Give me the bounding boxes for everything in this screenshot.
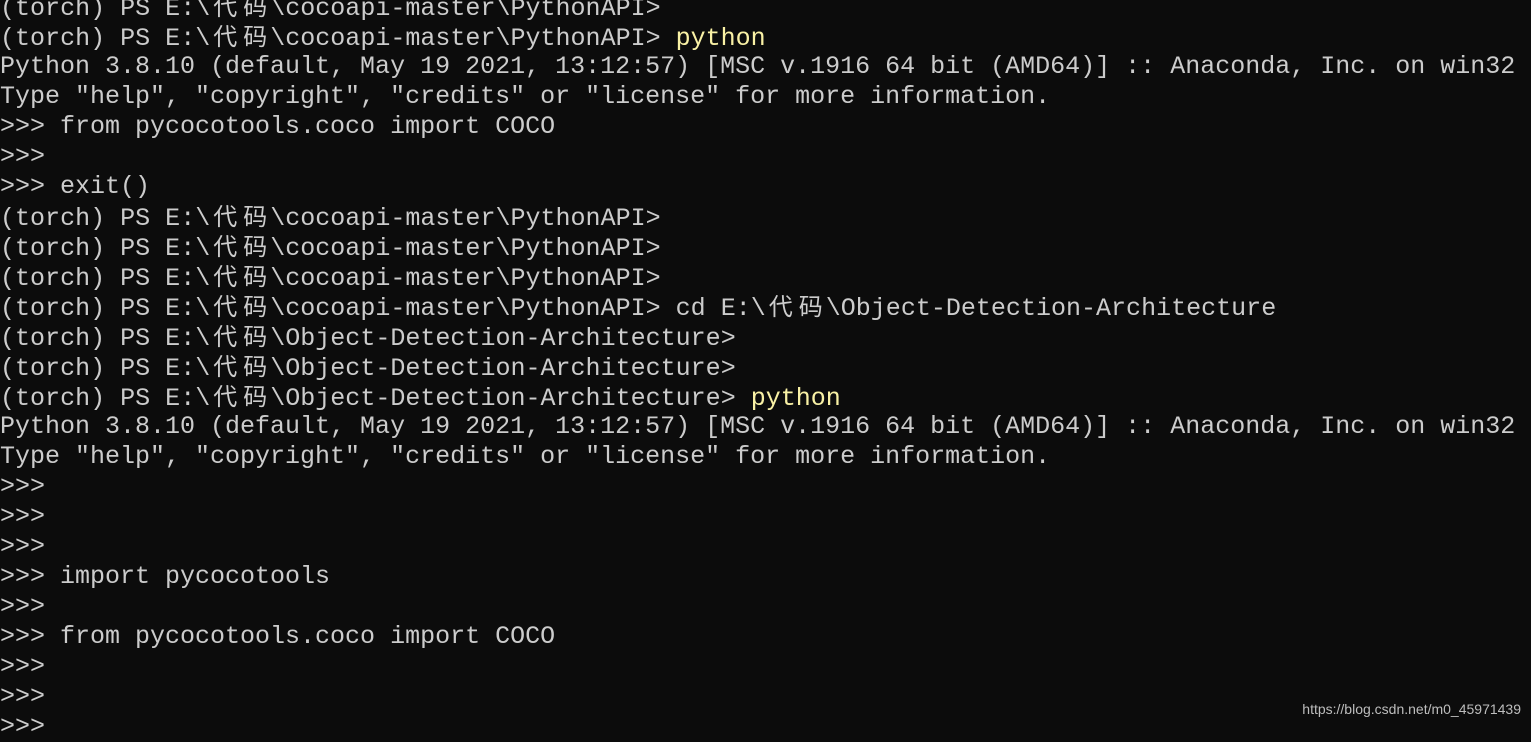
cjk-char: 代: [213, 383, 238, 411]
terminal-line: (torch) PS E:\ 代码 \cocoapi-master\PythonAP…: [0, 292, 1515, 323]
line-text: (torch) PS E:\ 代码 \Object-Detection-Archit…: [0, 353, 736, 383]
line-text: (torch) PS E:\ 代码 \cocoapi-master\PythonAP…: [0, 293, 661, 323]
line-text: Python 3.8.10 (default, May 19 2021, 13:…: [0, 412, 1516, 441]
command-text: cd E:\ 代码 \Object-Detection-Architecture: [675, 293, 1277, 323]
line-text: >>>: [0, 712, 46, 741]
line-text: Python 3.8.10 (default, May 19 2021, 13:…: [0, 52, 1516, 81]
cjk-char: 码: [243, 293, 268, 321]
line-text: Type "help", "copyright", "credits" or "…: [0, 82, 1051, 111]
cjk-char: 码: [798, 293, 823, 321]
terminal-line: (torch) PS E:\ 代码 \cocoapi-master\PythonAP…: [0, 0, 1515, 23]
terminal-line: >>>: [0, 592, 1515, 622]
cjk-char: 代: [213, 0, 238, 21]
terminal-line: Type "help", "copyright", "credits" or "…: [0, 442, 1515, 472]
cjk-char: 码: [243, 263, 268, 291]
cjk-char: 代: [213, 23, 238, 51]
cjk-char: 代: [768, 293, 793, 321]
cjk-char: 代: [213, 353, 238, 381]
terminal-line: >>>: [0, 652, 1515, 682]
cjk-char: 码: [243, 353, 268, 381]
terminal-line: (torch) PS E:\ 代码 \cocoapi-master\PythonAP…: [0, 202, 1515, 233]
terminal-line: >>> import pycocotools: [0, 562, 1515, 592]
line-text: >>>: [0, 682, 46, 711]
line-text: Type "help", "copyright", "credits" or "…: [0, 442, 1051, 471]
cjk-char: 码: [243, 0, 268, 21]
cjk-char: 代: [213, 323, 238, 351]
line-text: >>>: [0, 472, 46, 501]
line-text: >>> exit(): [0, 172, 151, 201]
line-text: >>>: [0, 592, 46, 621]
line-text: (torch) PS E:\ 代码 \cocoapi-master\PythonAP…: [0, 0, 661, 23]
line-text: (torch) PS E:\ 代码 \cocoapi-master\PythonAP…: [0, 263, 661, 293]
cjk-char: 代: [213, 203, 238, 231]
cjk-char: 代: [213, 263, 238, 291]
terminal-line: (torch) PS E:\ 代码 \cocoapi-master\PythonAP…: [0, 232, 1515, 263]
terminal-line: Type "help", "copyright", "credits" or "…: [0, 82, 1515, 112]
command-text: python: [675, 24, 766, 53]
cjk-char: 码: [243, 323, 268, 351]
terminal-line: >>> from pycocotools.coco import COCO: [0, 622, 1515, 652]
line-text: (torch) PS E:\ 代码 \cocoapi-master\PythonAP…: [0, 23, 661, 53]
line-text: >>>: [0, 502, 46, 531]
terminal-line: (torch) PS E:\ 代码 \Object-Detection-Archit…: [0, 382, 1515, 413]
line-text: >>>: [0, 142, 46, 171]
terminal-line: >>>: [0, 472, 1515, 502]
terminal-line: >>>: [0, 502, 1515, 532]
cjk-char: 码: [243, 383, 268, 411]
line-text: >>>: [0, 532, 46, 561]
watermark: https://blog.csdn.net/m0_45971439: [1302, 701, 1521, 717]
cjk-char: 代: [213, 293, 238, 321]
line-text: (torch) PS E:\ 代码 \Object-Detection-Archit…: [0, 323, 736, 353]
cjk-char: 码: [243, 23, 268, 51]
cjk-char: 码: [243, 233, 268, 261]
terminal-line: >>>: [0, 142, 1515, 172]
line-text: >>> from pycocotools.coco import COCO: [0, 622, 556, 651]
line-text: (torch) PS E:\ 代码 \cocoapi-master\PythonAP…: [0, 233, 661, 263]
terminal-line: (torch) PS E:\ 代码 \cocoapi-master\PythonAP…: [0, 22, 1515, 53]
line-text: >>>: [0, 652, 46, 681]
line-text: (torch) PS E:\ 代码 \Object-Detection-Archit…: [0, 383, 736, 413]
terminal-line: >>> from pycocotools.coco import COCO: [0, 112, 1515, 142]
line-text: >>> import pycocotools: [0, 562, 331, 591]
terminal-line: >>>: [0, 532, 1515, 562]
terminal-line: Python 3.8.10 (default, May 19 2021, 13:…: [0, 52, 1515, 82]
command-text: python: [750, 384, 841, 413]
terminal-line: >>>: [0, 712, 1515, 742]
cjk-char: 代: [213, 233, 238, 261]
terminal-line: >>> exit(): [0, 172, 1515, 202]
cjk-char: 码: [243, 203, 268, 231]
terminal-output[interactable]: (torch) PS E:\ 代码 \cocoapi-master\PythonAP…: [0, 0, 1515, 742]
terminal-line: (torch) PS E:\ 代码 \Object-Detection-Archit…: [0, 352, 1515, 383]
terminal-line: (torch) PS E:\ 代码 \Object-Detection-Archit…: [0, 322, 1515, 353]
line-text: (torch) PS E:\ 代码 \cocoapi-master\PythonAP…: [0, 203, 661, 233]
terminal-line: Python 3.8.10 (default, May 19 2021, 13:…: [0, 412, 1515, 442]
terminal-line: >>>: [0, 682, 1515, 712]
line-text: >>> from pycocotools.coco import COCO: [0, 112, 556, 141]
terminal-line: (torch) PS E:\ 代码 \cocoapi-master\PythonAP…: [0, 262, 1515, 293]
